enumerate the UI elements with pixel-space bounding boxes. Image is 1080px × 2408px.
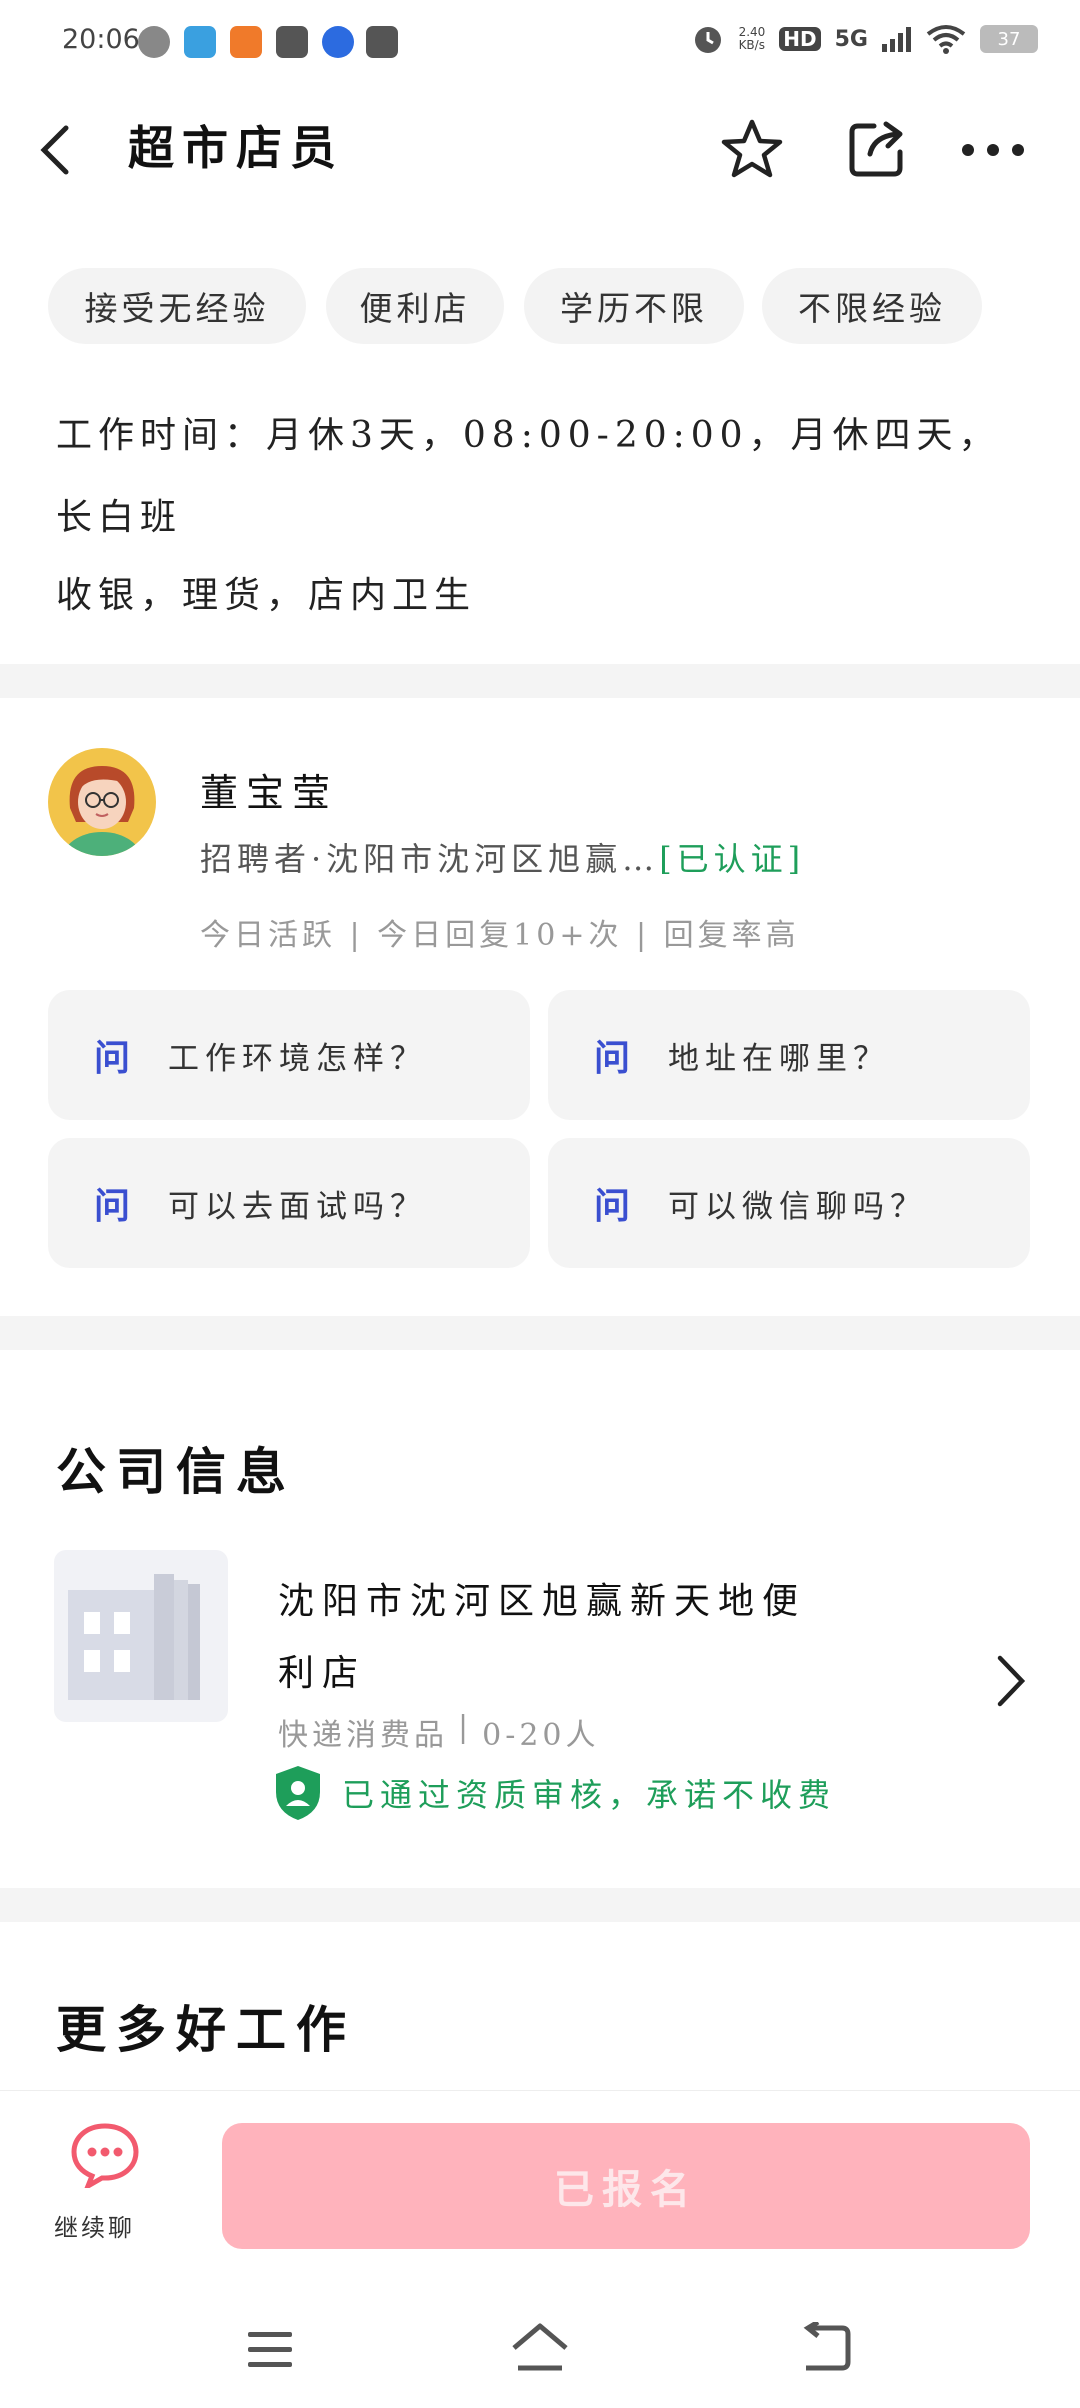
section-divider	[0, 664, 1080, 698]
home-icon[interactable]	[508, 2320, 572, 2374]
company-name-line2: 利店	[278, 1653, 367, 1694]
question-text: 地址在哪里？	[668, 1040, 891, 1077]
recruiter-info-row: 招聘者·沈阳市沈河区旭赢… [已认证]	[200, 834, 805, 880]
page-title: 超市店员	[128, 121, 344, 175]
chevron-left-icon[interactable]	[36, 122, 76, 178]
section-divider	[0, 1888, 1080, 1922]
meta-separator: |	[458, 1710, 473, 1745]
status-time: 20:06	[62, 24, 140, 55]
tag-any-education: 学历不限	[524, 268, 744, 344]
chat-bubble-icon	[71, 2123, 139, 2188]
applied-button[interactable]: 已报名	[222, 2123, 1030, 2249]
question-mark-label: 问	[594, 1038, 631, 1079]
baidu-icon	[322, 26, 354, 58]
recruiter-name: 董宝莹	[200, 771, 339, 815]
verified-badge: [已认证]	[659, 840, 806, 878]
question-work-environment[interactable]: 问 工作环境怎样？	[48, 990, 530, 1120]
job-duties: 收银，理货，店内卫生	[56, 575, 477, 616]
company-verified-row: 已通过资质审核，承诺不收费	[272, 1764, 836, 1822]
question-text: 可以去面试吗？	[168, 1188, 428, 1225]
recruiter-avatar-illustration	[62, 766, 142, 856]
status-bar: 20:06 2.40 KB/s HD 5G 37	[0, 0, 1080, 84]
question-mark-label: 问	[94, 1186, 131, 1227]
app-icon-2	[230, 26, 262, 58]
tag-no-experience: 接受无经验	[48, 268, 306, 344]
section-divider	[0, 1316, 1080, 1350]
avatar[interactable]	[48, 748, 156, 856]
system-nav-bar	[0, 2290, 1080, 2408]
battery-indicator: 37	[980, 25, 1038, 53]
status-right: 2.40 KB/s HD 5G 37	[691, 22, 1038, 56]
question-interview[interactable]: 问 可以去面试吗？	[48, 1138, 530, 1268]
more-horizontal-icon[interactable]	[960, 142, 1026, 158]
continue-chat-button[interactable]: 继续聊	[40, 2122, 170, 2252]
star-outline-icon[interactable]	[720, 118, 784, 180]
continue-chat-label: 继续聊	[54, 2214, 135, 2242]
question-text: 工作环境怎样？	[168, 1040, 428, 1077]
recruiter-company: 招聘者·沈阳市沈河区旭赢…	[200, 840, 660, 878]
work-time: 工作时间：月休3天，08:00-20:00，月休四天，	[56, 415, 1001, 456]
company-name-line1: 沈阳市沈河区旭赢新天地便	[278, 1581, 807, 1622]
question-wechat[interactable]: 问 可以微信聊吗？	[548, 1138, 1030, 1268]
company-section-title: 公司信息	[56, 1442, 296, 1501]
company-industry: 快递消费品	[278, 1718, 448, 1753]
more-jobs-title: 更多好工作	[56, 2000, 356, 2059]
work-time-continued: 长白班	[56, 497, 183, 538]
alarm-icon	[694, 27, 721, 53]
signal-bars-icon	[882, 27, 911, 52]
recruiter-activity: 今日活跃 | 今日回复10+次 | 回复率高	[200, 918, 800, 953]
company-name: 沈阳市沈河区旭赢新天地便 利店	[278, 1566, 806, 1710]
company-size: 0-20人	[482, 1718, 600, 1753]
company-logo	[54, 1550, 228, 1722]
network-speed: 2.40 KB/s	[738, 25, 766, 52]
app-icon-1	[184, 26, 216, 58]
app-icon-3	[276, 26, 308, 58]
company-meta: 快递消费品 | 0-20人	[278, 1710, 600, 1754]
question-address[interactable]: 问 地址在哪里？	[548, 990, 1030, 1120]
wifi-icon	[926, 25, 966, 54]
question-mark-label: 问	[594, 1186, 631, 1227]
menu-icon[interactable]	[246, 2330, 294, 2370]
wechat-icon	[138, 26, 170, 58]
tag-any-experience: 不限经验	[762, 268, 982, 344]
chevron-right-icon[interactable]	[996, 1654, 1026, 1708]
message-icon	[366, 26, 398, 58]
back-icon[interactable]	[798, 2322, 852, 2374]
verified-user-icon	[276, 1766, 320, 1820]
building-icon	[68, 1574, 200, 1700]
company-verified-text: 已通过资质审核，承诺不收费	[342, 1776, 837, 1814]
hd-badge: HD	[779, 27, 821, 51]
question-mark-label: 问	[94, 1038, 131, 1079]
share-icon[interactable]	[846, 120, 906, 180]
signal-5g: 5G	[834, 26, 868, 52]
question-text: 可以微信聊吗？	[668, 1188, 928, 1225]
tag-convenience-store: 便利店	[326, 268, 504, 344]
